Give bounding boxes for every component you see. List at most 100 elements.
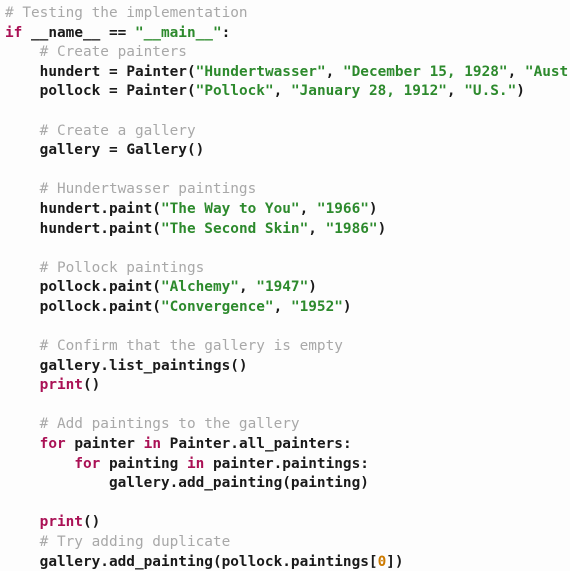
code-token-str: "1952" bbox=[290, 298, 343, 315]
code-token-op: , bbox=[299, 200, 317, 217]
code-line[interactable]: gallery = Gallery() bbox=[5, 141, 570, 161]
code-editor-viewport[interactable]: # Testing the implementation if __name__ … bbox=[0, 0, 570, 571]
code-token-str: "Hundertwasser" bbox=[195, 63, 326, 80]
code-token-com: # Hundertwasser paintings bbox=[5, 181, 257, 198]
code-line[interactable]: # Testing the implementation bbox=[5, 4, 570, 24]
code-token-str: "The Second Skin" bbox=[160, 220, 309, 237]
code-token-name: Painter bbox=[126, 83, 187, 100]
code-token-name: Painter bbox=[126, 63, 187, 80]
code-token-op: , bbox=[507, 63, 525, 80]
code-token-str: "1966" bbox=[316, 200, 369, 217]
code-token-name: hundert.paint bbox=[39, 200, 153, 217]
code-token-num: 0 bbox=[377, 553, 387, 570]
code-token-com: # Create a gallery bbox=[5, 122, 196, 139]
code-line[interactable]: pollock.paint("Convergence", "1952") bbox=[5, 298, 570, 318]
code-token-kw: for bbox=[39, 436, 66, 453]
code-token-name: pollock.paint bbox=[39, 298, 153, 315]
code-token-name: Painter.all_painters bbox=[169, 436, 343, 453]
code-token-str: "Alchemy" bbox=[160, 279, 239, 296]
code-token-name: painting bbox=[108, 455, 179, 472]
code-line[interactable]: hundert.paint("The Way to You", "1966") bbox=[5, 200, 570, 220]
code-token-op: ( bbox=[152, 279, 161, 296]
code-token-op: ) bbox=[516, 83, 525, 100]
code-token-op: () bbox=[82, 514, 101, 531]
code-token-op: () bbox=[82, 377, 101, 394]
code-token-com: # Confirm that the gallery is empty bbox=[5, 338, 343, 355]
code-token-name: hundert.paint bbox=[39, 220, 153, 237]
code-line[interactable]: # Add paintings to the gallery bbox=[5, 415, 570, 435]
code-line[interactable]: # Create painters bbox=[5, 43, 570, 63]
code-line[interactable]: # Try adding duplicate bbox=[5, 533, 570, 553]
code-token-kw: print bbox=[39, 514, 83, 531]
code-line[interactable]: # Confirm that the gallery is empty bbox=[5, 337, 570, 357]
code-token-op: ( bbox=[212, 553, 222, 570]
code-token-name: pollock.paintings bbox=[221, 553, 369, 570]
code-line[interactable]: # Create a gallery bbox=[5, 122, 570, 142]
code-line[interactable]: # Pollock paintings bbox=[5, 259, 570, 279]
code-token-name: gallery.add_painting bbox=[39, 553, 213, 570]
code-token-op: () bbox=[186, 142, 205, 159]
code-line[interactable]: pollock = Painter("Pollock", "January 28… bbox=[5, 82, 570, 102]
code-token-op: [ bbox=[368, 553, 378, 570]
code-token-op: ( bbox=[152, 200, 161, 217]
code-token-op: , bbox=[238, 279, 257, 296]
code-token-op: : bbox=[342, 436, 352, 453]
code-token-op: () bbox=[230, 357, 248, 374]
code-token-name: Gallery bbox=[126, 142, 187, 159]
code-line[interactable]: for painting in painter.paintings: bbox=[5, 455, 570, 475]
code-token-str: "1947" bbox=[256, 279, 309, 296]
code-token-op: ]) bbox=[386, 553, 404, 570]
code-line[interactable]: print() bbox=[5, 513, 570, 533]
code-token-op: , bbox=[325, 63, 343, 80]
code-line[interactable]: if __name__ == "__main__": bbox=[5, 24, 570, 44]
code-token-kw: if bbox=[5, 24, 23, 41]
code-token-op: == bbox=[108, 24, 127, 41]
code-line[interactable] bbox=[5, 102, 570, 122]
code-line[interactable] bbox=[5, 161, 570, 181]
code-token-com: # Add paintings to the gallery bbox=[5, 416, 300, 433]
code-token-op: : bbox=[360, 455, 369, 472]
code-line[interactable] bbox=[5, 318, 570, 338]
code-line[interactable]: gallery.list_paintings() bbox=[5, 357, 570, 377]
code-token-str: "Convergence" bbox=[160, 298, 274, 315]
code-line[interactable]: pollock.paint("Alchemy", "1947") bbox=[5, 278, 570, 298]
code-line[interactable]: gallery.add_painting(pollock.paintings[0… bbox=[5, 553, 570, 571]
code-line[interactable]: for painter in Painter.all_painters: bbox=[5, 435, 570, 455]
code-token-kw: in bbox=[143, 436, 161, 453]
code-token-str: "__main__" bbox=[134, 24, 222, 41]
code-token-op: ) bbox=[360, 475, 369, 492]
code-line[interactable]: print() bbox=[5, 376, 570, 396]
code-token-op: , bbox=[446, 83, 465, 100]
code-line[interactable]: gallery.add_painting(painting) bbox=[5, 474, 570, 494]
code-token-name: painter bbox=[74, 436, 135, 453]
code-line[interactable]: hundert.paint("The Second Skin", "1986") bbox=[5, 220, 570, 240]
code-token-op: ( bbox=[152, 220, 161, 237]
code-token-name: __name__ bbox=[31, 24, 101, 41]
code-line[interactable] bbox=[5, 239, 570, 259]
code-line[interactable]: # Hundertwasser paintings bbox=[5, 180, 570, 200]
code-token-op: ( bbox=[282, 475, 291, 492]
code-content[interactable]: # Testing the implementation if __name__ … bbox=[5, 4, 570, 571]
code-line[interactable] bbox=[5, 396, 570, 416]
code-line[interactable]: hundert = Painter("Hundertwasser", "Dece… bbox=[5, 63, 570, 83]
code-token-op: ( bbox=[152, 298, 161, 315]
code-line[interactable] bbox=[5, 494, 570, 514]
